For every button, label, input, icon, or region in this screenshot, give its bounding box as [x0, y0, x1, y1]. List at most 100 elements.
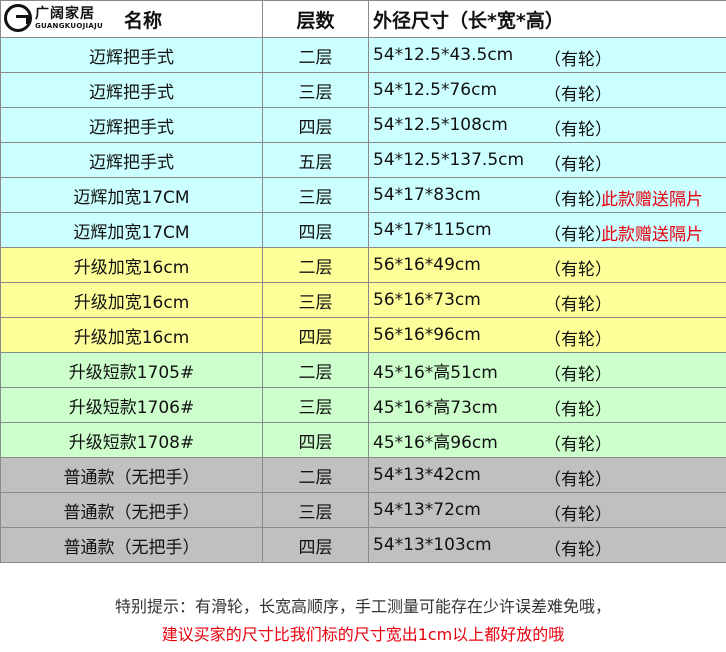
layer-count: 二层 — [298, 362, 333, 383]
name-cell: 迈辉加宽17CM — [0, 212, 263, 248]
size-cell: 45*16*高51cm （有轮） — [368, 352, 726, 388]
layers-cell: 三层 — [262, 72, 369, 108]
size-cell: 45*16*高73cm （有轮） — [368, 387, 726, 423]
layer-count: 三层 — [298, 187, 333, 208]
size-cell: 45*16*高96cm （有轮） — [368, 422, 726, 458]
name-cell: 升级短款1705# — [0, 352, 263, 388]
table-row: 升级短款1708# 四层 45*16*高96cm （有轮） — [0, 422, 726, 458]
outer-dimensions: 54*13*42cm — [373, 465, 481, 485]
outer-dimensions: 54*12.5*76cm — [373, 80, 498, 100]
name-cell: 普通款（无把手） — [0, 492, 263, 528]
layers-cell: 二层 — [262, 457, 369, 493]
logo-en-text: GUANGKUOJIAJU — [35, 22, 103, 30]
wheel-label: （有轮） — [544, 260, 612, 280]
size-cell: 54*13*42cm （有轮） — [368, 457, 726, 493]
product-name: 升级加宽16cm — [73, 257, 190, 278]
wheel-label: （有轮） — [544, 470, 612, 490]
size-cell: 54*12.5*43.5cm （有轮） — [368, 37, 726, 73]
product-name: 普通款（无把手） — [63, 467, 200, 488]
product-name: 普通款（无把手） — [63, 537, 200, 558]
size-cell: 56*16*49cm （有轮） — [368, 247, 726, 283]
layers-cell: 三层 — [262, 387, 369, 423]
wheel-label: （有轮） — [544, 155, 612, 175]
table-row: 迈辉把手式 三层 54*12.5*76cm （有轮） — [0, 72, 726, 108]
table-row: 迈辉加宽17CM 四层 54*17*115cm （有轮） 此款赠送隔片 — [0, 212, 726, 248]
wheel-label: （有轮） — [544, 120, 612, 140]
wheel-label: （有轮） — [544, 505, 612, 525]
size-cell: 54*17*115cm （有轮） 此款赠送隔片 — [368, 212, 726, 248]
outer-dimensions: 56*16*96cm — [373, 325, 481, 345]
table-row: 升级短款1705# 二层 45*16*高51cm （有轮） — [0, 352, 726, 388]
size-table: 广阔家居 GUANGKUOJIAJU 名称 层数 外径尺寸（长*宽*高） 迈辉把… — [0, 0, 726, 563]
table-row: 迈辉把手式 二层 54*12.5*43.5cm （有轮） — [0, 37, 726, 73]
layers-cell: 三层 — [262, 492, 369, 528]
table-row: 升级加宽16cm 三层 56*16*73cm （有轮） — [0, 282, 726, 318]
outer-dimensions: 54*12.5*137.5cm — [373, 150, 525, 170]
table-row: 普通款（无把手） 四层 54*13*103cm （有轮） — [0, 527, 726, 563]
outer-dimensions: 54*17*83cm — [373, 185, 481, 205]
layer-count: 三层 — [298, 502, 333, 523]
name-cell: 升级加宽16cm — [0, 282, 263, 318]
layers-cell: 三层 — [262, 282, 369, 318]
layers-cell: 四层 — [262, 107, 369, 143]
layers-cell: 二层 — [262, 247, 369, 283]
wheel-label: （有轮） — [544, 50, 612, 70]
header-name: 名称 — [123, 9, 162, 32]
product-name: 升级短款1706# — [68, 397, 195, 418]
size-cell: 56*16*96cm （有轮） — [368, 317, 726, 353]
logo-icon — [4, 4, 32, 32]
product-name: 迈辉把手式 — [89, 152, 174, 173]
wheel-label: （有轮） — [544, 295, 612, 315]
table-row: 升级加宽16cm 四层 56*16*96cm （有轮） — [0, 317, 726, 353]
layer-count: 四层 — [298, 327, 333, 348]
brand-logo: 广阔家居 GUANGKUOJIAJU — [4, 3, 124, 35]
layers-cell: 四层 — [262, 422, 369, 458]
name-cell: 普通款（无把手） — [0, 527, 263, 563]
size-cell: 56*16*73cm （有轮） — [368, 282, 726, 318]
layer-count: 四层 — [298, 537, 333, 558]
layer-count: 四层 — [298, 117, 333, 138]
product-name: 升级短款1705# — [68, 362, 195, 383]
product-name: 迈辉把手式 — [89, 47, 174, 68]
outer-dimensions: 54*12.5*43.5cm — [373, 45, 514, 65]
name-cell: 迈辉把手式 — [0, 142, 263, 178]
product-name: 普通款（无把手） — [63, 502, 200, 523]
layer-count: 五层 — [298, 152, 333, 173]
table-row: 升级加宽16cm 二层 56*16*49cm （有轮） — [0, 247, 726, 283]
size-cell: 54*12.5*108cm （有轮） — [368, 107, 726, 143]
wheel-label: （有轮） — [544, 540, 612, 560]
layer-count: 三层 — [298, 82, 333, 103]
outer-dimensions: 56*16*73cm — [373, 290, 481, 310]
product-name: 迈辉加宽17CM — [73, 187, 190, 208]
name-cell: 普通款（无把手） — [0, 457, 263, 493]
outer-dimensions: 56*16*49cm — [373, 255, 481, 275]
table-header-row: 广阔家居 GUANGKUOJIAJU 名称 层数 外径尺寸（长*宽*高） — [0, 0, 726, 38]
size-cell: 54*17*83cm （有轮） 此款赠送隔片 — [368, 177, 726, 213]
layers-cell: 三层 — [262, 177, 369, 213]
wheel-label: （有轮） — [544, 400, 612, 420]
outer-dimensions: 54*13*103cm — [373, 535, 492, 555]
header-size-cell: 外径尺寸（长*宽*高） — [368, 0, 726, 38]
header-layers: 层数 — [296, 9, 335, 32]
footer-tip: 特别提示：有滑轮，长宽高顺序，手工测量可能存在少许误差难免哦， — [114, 597, 611, 616]
layers-cell: 四层 — [262, 212, 369, 248]
product-name: 升级短款1708# — [68, 432, 195, 453]
name-cell: 迈辉把手式 — [0, 107, 263, 143]
wheel-label: （有轮） — [544, 330, 612, 350]
outer-dimensions: 45*16*高51cm — [373, 362, 498, 383]
name-cell: 升级加宽16cm — [0, 317, 263, 353]
outer-dimensions: 54*13*72cm — [373, 500, 481, 520]
name-cell: 升级加宽16cm — [0, 247, 263, 283]
layer-count: 四层 — [298, 222, 333, 243]
outer-dimensions: 54*12.5*108cm — [373, 115, 508, 135]
layers-cell: 二层 — [262, 352, 369, 388]
size-cell: 54*12.5*76cm （有轮） — [368, 72, 726, 108]
spec-sheet: 广阔家居 GUANGKUOJIAJU 名称 层数 外径尺寸（长*宽*高） 迈辉把… — [0, 0, 726, 652]
layer-count: 三层 — [298, 397, 333, 418]
outer-dimensions: 45*16*高73cm — [373, 397, 498, 418]
name-cell: 升级短款1708# — [0, 422, 263, 458]
product-name: 迈辉把手式 — [89, 82, 174, 103]
product-name: 升级加宽16cm — [73, 292, 190, 313]
layers-cell: 四层 — [262, 527, 369, 563]
name-cell: 升级短款1706# — [0, 387, 263, 423]
